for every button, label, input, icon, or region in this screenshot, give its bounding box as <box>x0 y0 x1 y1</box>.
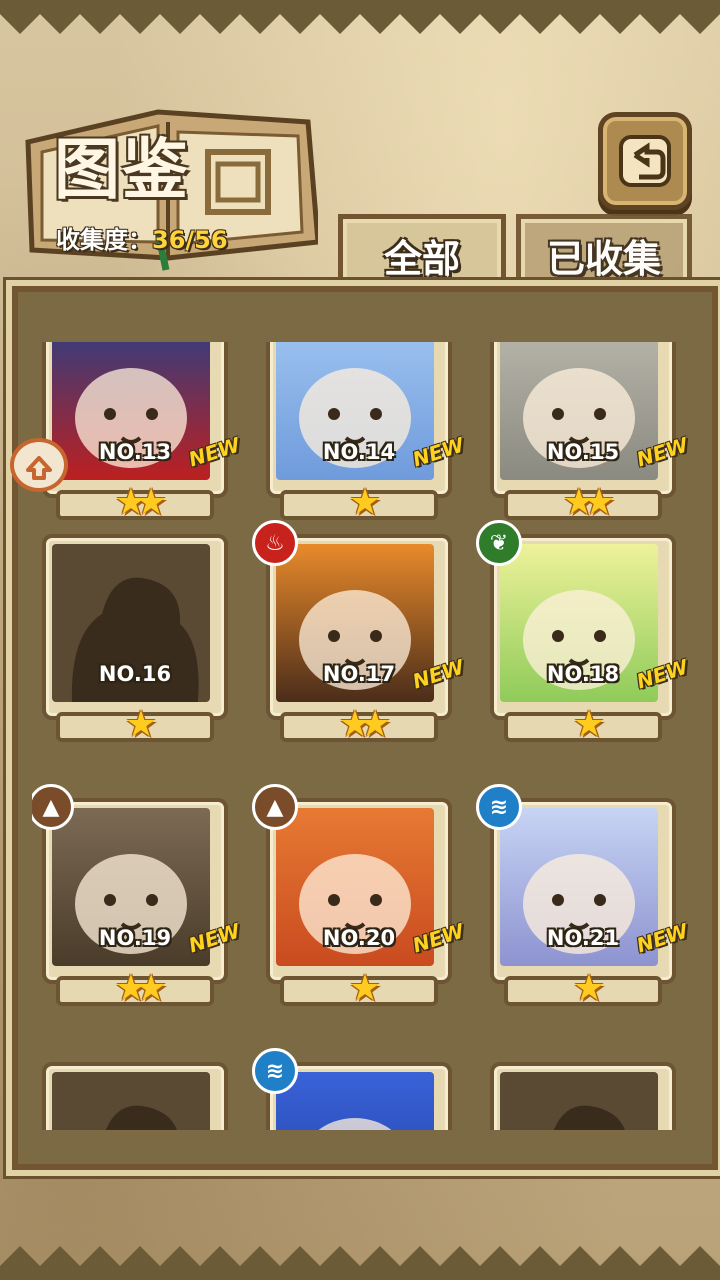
collection-card[interactable]: NO.20 ★ NEW ▲ <box>252 784 467 1014</box>
collection-card[interactable] <box>42 1062 228 1130</box>
star-rating: ★ <box>572 968 605 1009</box>
collection-card[interactable]: NO.19 ★★ NEW ▲ <box>32 784 243 1014</box>
collection-card[interactable]: NO.16 ★ <box>42 534 228 750</box>
star-rating: ★ <box>348 482 381 523</box>
star-rating: ★ <box>572 704 605 745</box>
up-arrow-icon <box>26 456 52 480</box>
star-rating: ★ <box>124 704 157 745</box>
back-button[interactable] <box>598 112 692 210</box>
collection-card[interactable]: NO.14 ★ NEW <box>266 342 467 528</box>
star-rating: ★★ <box>114 482 168 523</box>
water-element-icon: ≋ <box>476 784 522 830</box>
collection-card[interactable]: NO.17 ★★ NEW ♨ <box>252 520 467 750</box>
character-portrait <box>276 1072 434 1130</box>
card-number: NO.16 <box>98 662 172 686</box>
bottom-zigzag-border <box>0 1246 720 1280</box>
star-rating: ★★ <box>114 968 168 1009</box>
collection-card[interactable]: NO.18 ★ NEW ❦ <box>476 520 688 750</box>
silhouette-icon <box>105 1105 177 1130</box>
top-zigzag-border <box>0 0 720 34</box>
leaf-element-icon: ❦ <box>476 520 522 566</box>
collection-label: 收集度： <box>56 226 152 254</box>
star-rating: ★★ <box>562 482 616 523</box>
silhouette-portrait <box>500 1072 658 1130</box>
silhouette-icon <box>553 1105 625 1130</box>
return-arrow-icon <box>619 135 671 187</box>
water-element-icon: ≋ <box>252 1048 298 1094</box>
card-grid[interactable]: NO.13 ★★ NEW NO.14 ★ NEW NO.15 ★★ NEW NO.16 ★ NO.17… <box>32 342 688 1130</box>
collection-card[interactable]: NO.13 ★★ NEW <box>42 342 243 528</box>
star-rating: ★ <box>348 968 381 1009</box>
scroll-up-button[interactable] <box>10 438 68 492</box>
silhouette-portrait <box>52 1072 210 1130</box>
collection-card[interactable] <box>490 1062 676 1130</box>
fire-element-icon: ♨ <box>252 520 298 566</box>
earth-element-icon: ▲ <box>252 784 298 830</box>
collection-card[interactable]: NO.21 ★ NEW ≋ <box>476 784 688 1014</box>
page-title: 图鉴 <box>54 131 190 208</box>
star-rating: ★★ <box>338 704 392 745</box>
collection-card[interactable]: NO.15 ★★ NEW <box>490 342 688 528</box>
collection-progress: 收集度：36/56 <box>56 220 228 255</box>
collection-card[interactable]: ≋ <box>252 1048 452 1130</box>
collection-value: 36/56 <box>152 226 228 254</box>
character-face-icon <box>318 1118 392 1130</box>
